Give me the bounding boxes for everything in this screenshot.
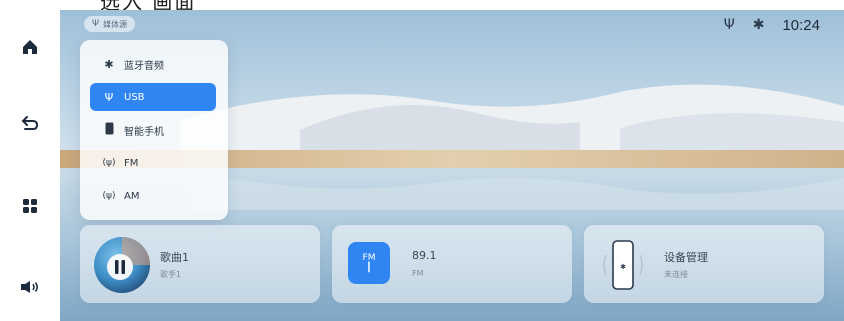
status-bar: Ψ ✱ 10:24 [724, 14, 820, 36]
artist-name: 歌手1 [160, 270, 182, 279]
radio-tile: FM ┃ [348, 242, 390, 284]
menu-item-label: AM [124, 190, 140, 202]
radio-band: FM [412, 269, 424, 278]
apps-grid-icon [23, 199, 37, 213]
media-source-chip[interactable]: Ψ 媒体源 [84, 16, 136, 32]
bluetooth-status-icon: ✱ [752, 17, 765, 33]
menu-item-label: FM [124, 157, 139, 169]
menu-item-label: 智能手机 [124, 126, 164, 138]
device-manager-title: 设备管理 [664, 251, 708, 264]
menu-item-bluetooth-audio[interactable]: ✱ 蓝牙音频 [90, 50, 216, 78]
left-nav [0, 0, 60, 321]
radio-frequency: 89.1 [412, 249, 437, 262]
apps-button[interactable] [18, 194, 42, 218]
clock: 10:24 [782, 16, 820, 34]
media-source-menu: ✱ 蓝牙音频 Ψ USB 智能手机 (ψ) FM (ψ) AM [80, 40, 228, 220]
menu-item-usb[interactable]: Ψ USB [90, 83, 216, 111]
menu-item-smartphone[interactable]: 智能手机 [90, 116, 216, 144]
usb-icon: Ψ [92, 19, 100, 29]
phone-icon [102, 122, 116, 138]
main-area: Ψ 媒体源 Ψ ✱ 10:24 ✱ 蓝牙音频 Ψ USB 智能手机 (ψ) FM… [60, 10, 844, 321]
top-caption-strip: 选入 画面 [60, 0, 844, 10]
back-icon [21, 116, 39, 130]
menu-item-label: USB [124, 91, 145, 103]
phone-device-icon: ✱ [603, 240, 643, 290]
menu-item-label: 蓝牙音频 [124, 60, 164, 72]
home-icon [23, 40, 37, 54]
radio-card[interactable]: FM ┃ 89.1 FM [332, 225, 572, 303]
menu-item-am[interactable]: (ψ) AM [90, 182, 216, 210]
album-art [94, 237, 150, 293]
radio-icon: (ψ) [102, 191, 116, 201]
menu-item-fm[interactable]: (ψ) FM [90, 149, 216, 177]
radio-icon: (ψ) [102, 158, 116, 168]
back-button[interactable] [18, 111, 42, 135]
bluetooth-icon: ✱ [104, 57, 114, 71]
volume-button[interactable] [18, 275, 42, 299]
media-source-label: 媒体源 [103, 19, 128, 29]
usb-icon: Ψ [104, 90, 114, 104]
volume-icon [21, 281, 38, 293]
music-card[interactable]: 歌曲1 歌手1 [80, 225, 320, 303]
device-card[interactable]: ✱ 设备管理 未连接 [584, 225, 824, 303]
song-title: 歌曲1 [160, 251, 189, 264]
usb-status-icon: Ψ [723, 17, 735, 33]
home-button[interactable] [18, 35, 42, 59]
top-caption: 选入 画面 [100, 0, 196, 10]
device-status: 未连接 [664, 270, 688, 279]
radio-icon: FM ┃ [362, 253, 376, 273]
svg-text:✱: ✱ [620, 263, 626, 271]
